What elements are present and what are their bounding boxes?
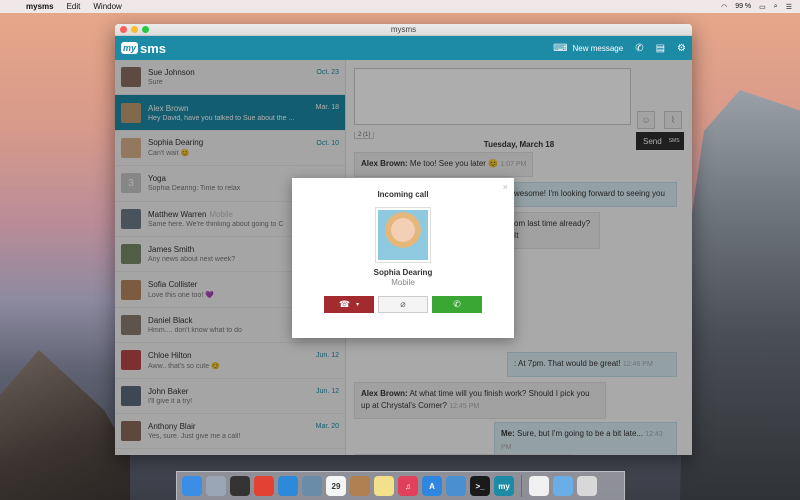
phone-icon: ✆: [453, 299, 461, 309]
caller-photo: [375, 207, 431, 263]
trash-icon[interactable]: [577, 476, 597, 496]
menu-bar: mysms Edit Window ◠ 99 % ▭ ⌕ ☰: [0, 0, 800, 13]
battery-label[interactable]: 99 %: [735, 3, 751, 10]
chrome-icon[interactable]: [254, 476, 274, 496]
terminal-icon[interactable]: >_: [470, 476, 490, 496]
caller-name: Sophia Dearing: [373, 268, 433, 277]
safari-icon[interactable]: [278, 476, 298, 496]
incoming-call-dialog: Incoming call × Sophia Dearing Mobile ☎ …: [292, 178, 514, 338]
notes-stamp-icon[interactable]: [350, 476, 370, 496]
apple-icon[interactable]: [8, 2, 16, 11]
wallpaper-mountain-left: [0, 350, 130, 500]
notification-center-icon[interactable]: ☰: [786, 3, 792, 11]
mysms-logo: my sms: [121, 40, 167, 56]
mission-control-icon[interactable]: [230, 476, 250, 496]
chevron-down-icon[interactable]: ▾: [356, 301, 359, 308]
menu-edit[interactable]: Edit: [67, 2, 81, 11]
menubar-status: ◠ 99 % ▭ ⌕ ☰: [721, 3, 792, 11]
mysms-icon[interactable]: my: [494, 476, 514, 496]
title-bar[interactable]: mysms: [115, 24, 692, 36]
menu-app-name[interactable]: mysms: [26, 2, 54, 11]
xcode-icon[interactable]: [446, 476, 466, 496]
notes-icon[interactable]: [374, 476, 394, 496]
contacts-icon[interactable]: ▤: [656, 43, 665, 54]
keyboard-icon: ⌨: [553, 42, 568, 54]
wifi-icon[interactable]: ◠: [721, 3, 727, 11]
new-message-button[interactable]: ⌨ New message: [553, 43, 623, 54]
app-store-icon[interactable]: A: [422, 476, 442, 496]
decline-call-button[interactable]: ☎ ▾: [324, 296, 374, 313]
settings-gear-icon[interactable]: ⚙: [677, 43, 686, 54]
close-icon[interactable]: ×: [503, 182, 508, 192]
wallpaper-mountain-right: [680, 90, 800, 500]
hang-up-icon: ☎: [338, 299, 351, 309]
launchpad-icon[interactable]: [206, 476, 226, 496]
mute-button[interactable]: ⌀: [378, 296, 428, 313]
menu-window[interactable]: Window: [93, 2, 121, 11]
caller-phone-type: Mobile: [391, 278, 415, 287]
phone-call-icon[interactable]: ✆: [635, 43, 643, 54]
battery-icon[interactable]: ▭: [759, 3, 766, 11]
calendar-icon[interactable]: 29: [326, 476, 346, 496]
spotlight-icon[interactable]: ⌕: [774, 3, 778, 11]
mute-microphone-icon: ⌀: [400, 299, 406, 309]
folder-icon[interactable]: [553, 476, 573, 496]
app-header: my sms ⌨ New message ✆ ▤ ⚙: [115, 36, 692, 60]
preview-icon[interactable]: [302, 476, 322, 496]
dock: 29 ♫ A >_ my: [176, 471, 625, 500]
new-message-label: New message: [572, 43, 624, 53]
document-icon[interactable]: [529, 476, 549, 496]
itunes-icon[interactable]: ♫: [398, 476, 418, 496]
call-title: Incoming call: [377, 190, 429, 199]
accept-call-button[interactable]: ✆: [432, 296, 482, 313]
window-title: mysms: [390, 25, 417, 34]
finder-icon[interactable]: [182, 476, 202, 496]
dock-separator: [521, 475, 522, 497]
